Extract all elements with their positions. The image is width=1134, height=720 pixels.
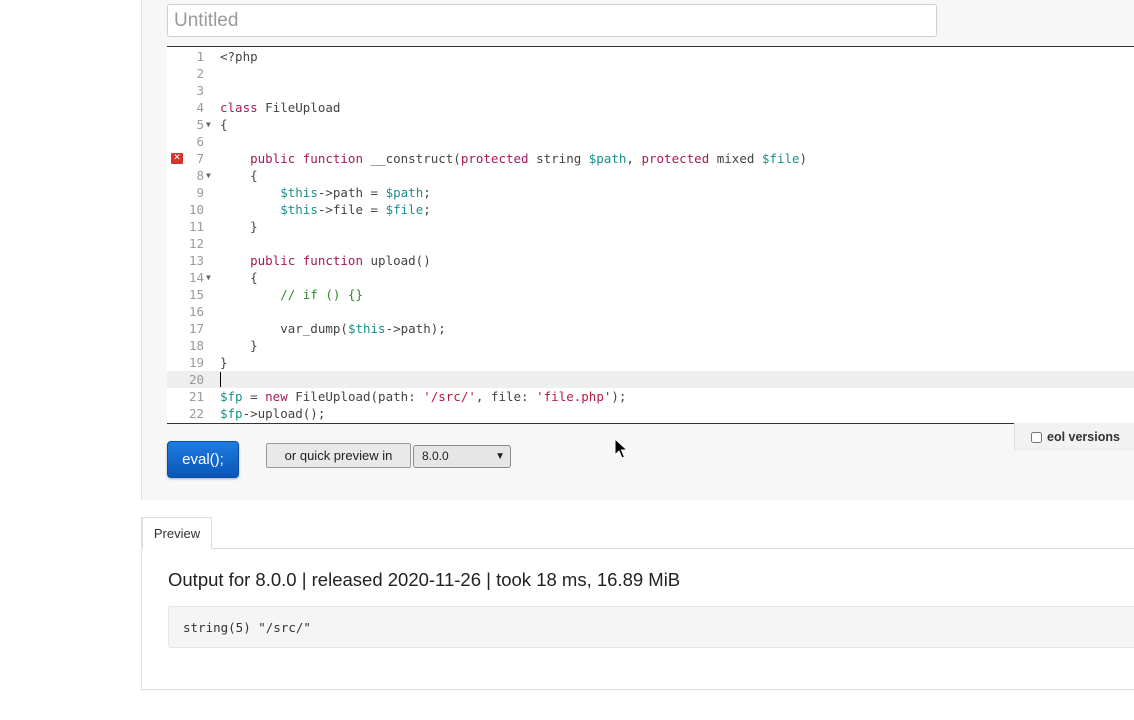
- line-number: 6: [196, 134, 204, 149]
- text-caret: [220, 372, 221, 387]
- code-line[interactable]: 17 var_dump($this->path);: [167, 320, 1134, 337]
- line-number: 20: [188, 372, 204, 387]
- code-text: $this->path = $path;: [280, 185, 431, 200]
- line-number: 18: [188, 338, 204, 353]
- code-line[interactable]: 11 }: [167, 218, 1134, 235]
- code-text: {: [220, 270, 258, 285]
- code-text: // if () {}: [220, 287, 363, 302]
- code-line[interactable]: 6: [167, 133, 1134, 150]
- code-text: $fp = new FileUpload(path: '/src/', file…: [220, 389, 627, 404]
- line-number: 21: [188, 389, 204, 404]
- code-line[interactable]: 4 class FileUpload: [167, 99, 1134, 116]
- line-number: 4: [196, 100, 204, 115]
- fold-arrow-icon[interactable]: ▼: [206, 116, 211, 133]
- code-line[interactable]: 9 $this->path = $path;: [167, 184, 1134, 201]
- code-text: $fp->upload();: [220, 406, 326, 421]
- line-number: 13: [188, 253, 204, 268]
- eval-button[interactable]: eval();: [167, 441, 239, 478]
- line-number: 12: [188, 236, 204, 251]
- output-heading: Output for 8.0.0 | released 2020-11-26 |…: [168, 569, 681, 590]
- code-editor[interactable]: 1 <?php 2 3 4 class FileUpload 5 ▼{6 ✕ 7 public f…: [167, 46, 1134, 424]
- line-number: 7: [196, 151, 204, 166]
- line-number: 10: [188, 202, 204, 217]
- code-line[interactable]: 21 $fp = new FileUpload(path: '/src/', fi…: [167, 388, 1134, 405]
- tab-preview-label: Preview: [153, 526, 201, 541]
- code-line[interactable]: 16: [167, 303, 1134, 320]
- line-number: 16: [188, 304, 204, 319]
- code-line[interactable]: 22 $fp->upload();: [167, 405, 1134, 422]
- code-text: }: [220, 219, 258, 234]
- eol-versions-checkbox[interactable]: [1031, 432, 1042, 443]
- code-line[interactable]: 15 // if () {}: [167, 286, 1134, 303]
- line-number: 17: [188, 321, 204, 336]
- code-line[interactable]: 13 public function upload(): [167, 252, 1134, 269]
- line-number: 22: [188, 406, 204, 421]
- quick-preview-button[interactable]: or quick preview in: [266, 443, 411, 468]
- version-select-value: 8.0.0: [422, 449, 449, 463]
- code-text: }: [220, 338, 258, 353]
- line-number: 19: [188, 355, 204, 370]
- code-line[interactable]: 18 }: [167, 337, 1134, 354]
- code-line[interactable]: 10 $this->file = $file;: [167, 201, 1134, 218]
- code-text: {: [220, 168, 258, 183]
- line-number: 8: [196, 168, 204, 183]
- code-line[interactable]: 8 ▼ {: [167, 167, 1134, 184]
- line-number: 2: [196, 66, 204, 81]
- chevron-down-icon: ▼: [495, 451, 505, 462]
- code-line[interactable]: 14 ▼ {: [167, 269, 1134, 286]
- line-number: 11: [188, 219, 204, 234]
- code-text: public function __construct(protected st…: [220, 151, 808, 166]
- output-text: string(5) "/src/": [183, 620, 311, 635]
- output-panel: [141, 517, 1134, 690]
- fold-arrow-icon[interactable]: ▼: [206, 269, 211, 286]
- code-text: var_dump($this->path);: [220, 321, 446, 336]
- line-number: 9: [196, 185, 204, 200]
- code-line[interactable]: 12: [167, 235, 1134, 252]
- code-line[interactable]: 5 ▼ {: [167, 116, 1134, 133]
- code-text: <?php: [220, 49, 258, 64]
- left-margin: [0, 0, 142, 720]
- line-number: 3: [196, 83, 204, 98]
- tab-divider: [212, 548, 1134, 549]
- fold-arrow-icon[interactable]: ▼: [206, 167, 211, 184]
- line-number: 1: [196, 49, 204, 64]
- code-text: class FileUpload: [220, 100, 341, 115]
- eol-versions-label: eol versions: [1047, 430, 1120, 444]
- code-text: $this->file = $file;: [280, 202, 431, 217]
- title-input[interactable]: [167, 4, 937, 37]
- code-line[interactable]: 1 <?php: [167, 48, 1134, 65]
- output-box: string(5) "/src/": [168, 606, 1134, 648]
- version-select[interactable]: 8.0.0 ▼: [413, 445, 511, 468]
- line-number: 14: [188, 270, 204, 285]
- code-line[interactable]: 3: [167, 82, 1134, 99]
- code-text: {: [220, 117, 228, 132]
- tab-preview[interactable]: Preview: [142, 517, 212, 549]
- code-line[interactable]: 19}: [167, 354, 1134, 371]
- code-line[interactable]: ✕ 7 public function __construct(protected…: [167, 150, 1134, 167]
- code-line[interactable]: 20: [167, 371, 1134, 388]
- line-number: 15: [188, 287, 204, 302]
- code-text: public function upload(): [220, 253, 431, 268]
- line-number: 5: [196, 117, 204, 132]
- code-line[interactable]: 2: [167, 65, 1134, 82]
- code-text: }: [220, 355, 228, 370]
- mouse-pointer-icon: [614, 438, 628, 459]
